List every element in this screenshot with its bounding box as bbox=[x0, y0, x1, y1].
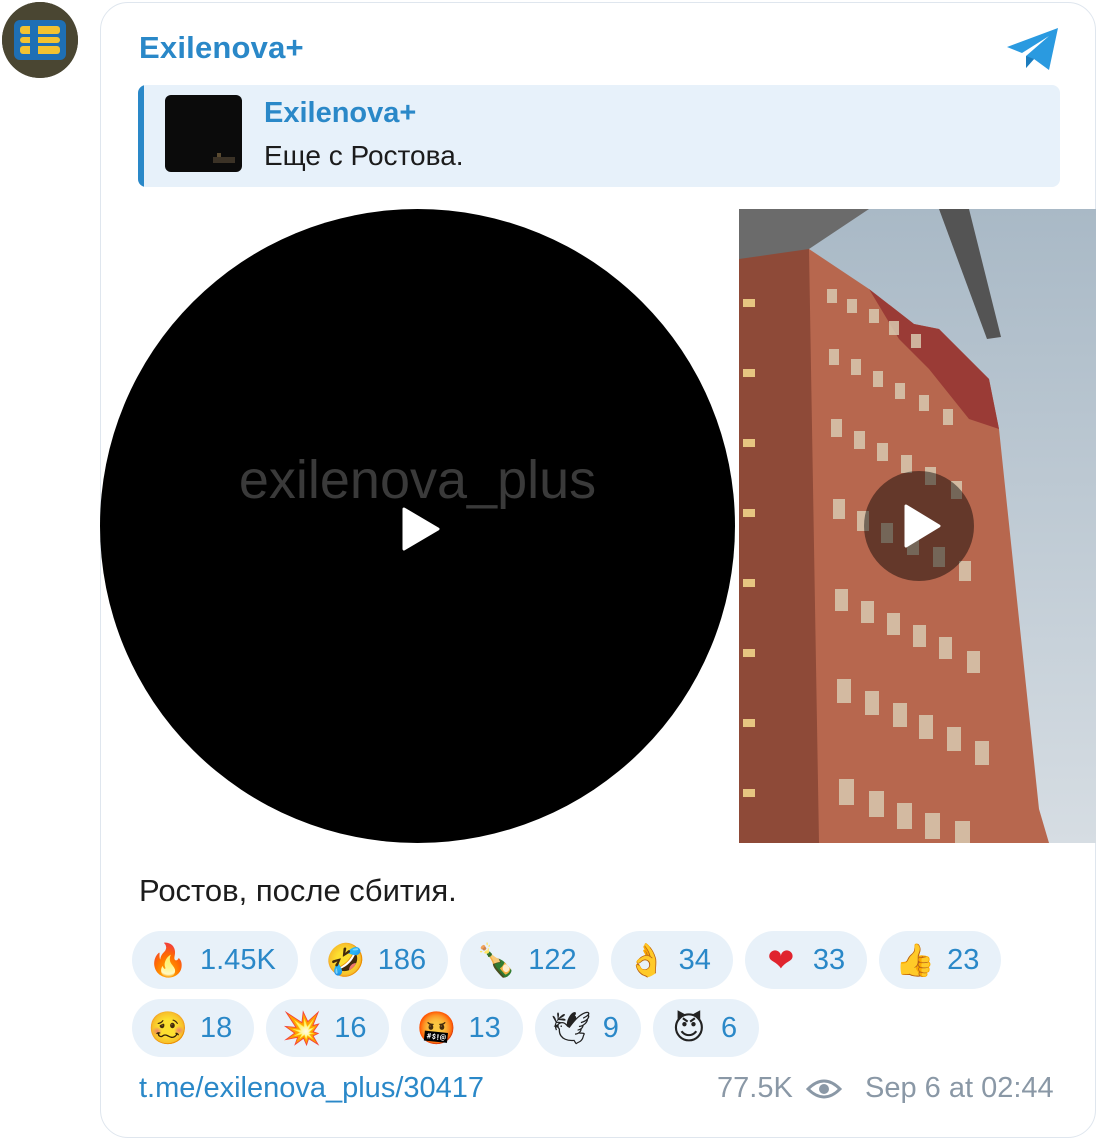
channel-logo-icon bbox=[2, 2, 78, 78]
reply-accent-bar bbox=[138, 85, 144, 187]
fire-icon: 🔥 bbox=[148, 941, 188, 979]
channel-name[interactable]: Exilenova+ bbox=[139, 30, 304, 66]
explosion-icon: 💥 bbox=[282, 1009, 323, 1047]
reaction-count: 1.45K bbox=[200, 943, 276, 976]
side-video[interactable] bbox=[739, 209, 1096, 843]
post-link[interactable]: t.me/exilenova_plus/30417 bbox=[139, 1072, 484, 1105]
view-count: 77.5K bbox=[717, 1072, 793, 1104]
reactions-row: 🔥 1.45K 🤣 186 🍾 122 👌 34 ❤ 33 👍 23 bbox=[132, 931, 1062, 989]
reaction-cursing[interactable]: 🤬 13 bbox=[400, 999, 523, 1057]
thumbs-up-icon: 👍 bbox=[895, 941, 936, 979]
reaction-count: 9 bbox=[602, 1011, 619, 1044]
video-watermark: exilenova_plus bbox=[238, 450, 597, 510]
reaction-count: 186 bbox=[377, 943, 427, 976]
reaction-heart[interactable]: ❤ 33 bbox=[744, 931, 868, 989]
reaction-fire[interactable]: 🔥 1.45K bbox=[132, 931, 298, 989]
eye-icon bbox=[806, 1079, 842, 1099]
reply-title: Exilenova+ bbox=[264, 97, 417, 129]
woozy-face-icon: 🥴 bbox=[148, 1009, 188, 1047]
cursing-face-icon: 🤬 bbox=[416, 1009, 457, 1047]
post-caption: Ростов, после сбития. bbox=[139, 873, 457, 908]
champagne-icon: 🍾 bbox=[476, 941, 517, 979]
rolling-laughing-icon: 🤣 bbox=[325, 941, 366, 979]
reaction-champagne[interactable]: 🍾 122 bbox=[460, 931, 599, 989]
dove-icon: 🕊 bbox=[550, 1009, 592, 1047]
reaction-count: 122 bbox=[528, 943, 577, 976]
reaction-rolling-laughing[interactable]: 🤣 186 bbox=[309, 931, 449, 989]
heart-icon: ❤ bbox=[767, 941, 795, 979]
reactions-row: 🥴 18 💥 16 🤬 13 🕊 9 😈 6 bbox=[132, 999, 1062, 1057]
reaction-thumbs-up[interactable]: 👍 23 bbox=[879, 931, 1002, 989]
telegram-icon[interactable] bbox=[1004, 26, 1062, 74]
reaction-dove[interactable]: 🕊 9 bbox=[534, 999, 641, 1057]
reaction-count: 23 bbox=[947, 943, 980, 976]
reaction-count: 13 bbox=[468, 1011, 501, 1044]
reaction-count: 33 bbox=[812, 943, 846, 976]
reaction-count: 34 bbox=[678, 943, 711, 976]
play-icon bbox=[904, 504, 941, 548]
play-button[interactable] bbox=[864, 471, 974, 581]
reaction-explosion[interactable]: 💥 16 bbox=[266, 999, 389, 1057]
channel-avatar[interactable] bbox=[2, 2, 78, 78]
reaction-count: 6 bbox=[720, 1011, 738, 1044]
reaction-count: 16 bbox=[334, 1011, 367, 1044]
post-date: Sep 6 at 02:44 bbox=[865, 1072, 1054, 1104]
reaction-devil[interactable]: 😈 6 bbox=[652, 999, 760, 1057]
reply-text: Еще с Ростова. bbox=[264, 140, 464, 171]
play-icon[interactable] bbox=[400, 507, 440, 551]
reaction-ok-hand[interactable]: 👌 34 bbox=[610, 931, 733, 989]
reactions-bar: 🔥 1.45K 🤣 186 🍾 122 👌 34 ❤ 33 👍 23 🥴 18 💥 16 🤬 13… bbox=[132, 931, 1062, 1067]
round-video[interactable]: exilenova_plus bbox=[100, 209, 735, 843]
reply-thumbnail bbox=[165, 95, 242, 172]
reaction-count: 18 bbox=[200, 1011, 233, 1044]
reply-preview[interactable]: Exilenova+ Еще с Ростова. bbox=[138, 85, 1060, 187]
ok-hand-icon: 👌 bbox=[626, 941, 667, 979]
reaction-woozy[interactable]: 🥴 18 bbox=[132, 999, 255, 1057]
smiling-devil-icon: 😈 bbox=[672, 1009, 706, 1047]
